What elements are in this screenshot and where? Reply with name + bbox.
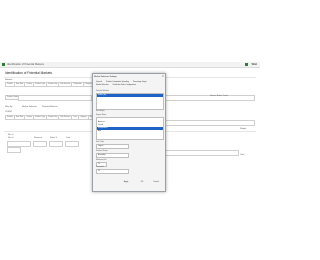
dialog-tab[interactable]: Market Selection [96,84,109,86]
grid-cell[interactable]: Date Sale [15,116,26,119]
header-cell[interactable]: Product Grp [47,83,60,86]
grid-cell[interactable]: Product Grp [47,116,60,119]
dialog-tab[interactable]: General [96,81,102,83]
grid-cell[interactable]: Product Type [34,116,48,119]
bottom-label: No. of [8,134,14,136]
maximum-rel-label: Maximum Rel [96,159,107,161]
list-item[interactable] [97,136,163,139]
grid-cell[interactable]: Product [6,116,15,119]
region-list[interactable]: Americas Central Europe/Africa Asia [96,117,164,140]
grid-cell[interactable]: Country [25,116,35,119]
dialog-tab[interactable]: Production Sales Configuration [113,84,136,86]
bottom-label: Sales % [50,137,58,139]
threshold-label: Threshold [96,166,104,168]
dialog-tab[interactable]: Product Competitive Spending [106,81,129,83]
bottom-label: No. of [8,137,14,139]
grid-right-field[interactable] [165,120,255,126]
weight-label: Weight [240,128,247,130]
bottom-field[interactable] [49,141,63,147]
bottom-field[interactable] [65,141,79,147]
grid-strip: Product Date Sale Country Product Type P… [5,115,98,120]
header-cell[interactable]: Product [6,83,15,86]
number-shown-input[interactable]: Ascending [96,153,129,158]
potential-markets-list[interactable]: Market (All) [96,93,164,110]
ok-button[interactable]: OK [137,180,147,184]
grid-cell[interactable]: Category [79,116,89,119]
bottom-field[interactable] [7,147,21,153]
grid-cell[interactable]: Sale Sources [59,116,73,119]
total-label: Total [240,154,245,156]
filter-field[interactable] [18,95,92,101]
header-cell[interactable]: Sale Sources [59,83,73,86]
header-cell[interactable]: Country [25,83,35,86]
sort-order-input[interactable]: Largest [96,144,129,149]
list1-label: Potential Markets [96,90,110,92]
recent-sales-trend-label: Recent Sales Trend [210,95,228,97]
brand-name: Wmt [251,63,257,66]
tab-market-selection[interactable]: Market Selection [22,106,37,108]
list-item[interactable] [97,106,163,109]
dialog-title: Market Selection Settings [94,76,117,78]
brand-logo-icon [245,63,248,66]
header-cell[interactable]: Date Sale [15,83,26,86]
tab-potential-markets[interactable]: Potential Markets [42,106,57,108]
number-shown-label: Number Shown [96,150,108,152]
dialog-tab[interactable]: Percentage Target [133,81,147,83]
bottom-label: Revenue [34,137,43,139]
region-name-label: Region Name [96,114,107,116]
threshold-input[interactable]: 50 [96,169,129,174]
section-label: Network [5,79,13,81]
app-logo-icon [2,63,5,66]
close-icon[interactable]: ✕ [162,74,164,79]
grid-label: CLIENT [5,111,13,113]
dialog-tabs-row2: Market Selection Production Sales Config… [96,84,136,86]
header-cell[interactable]: Product Type [34,83,48,86]
filter-label: Filter By [5,106,13,108]
dialog-tabs-row1: General Product Competitive Spending Per… [96,81,147,83]
sort-order-label: Sort Order [96,141,104,143]
page-title: Identification of Potential Markets [5,71,52,75]
header-cell[interactable]: Proposition [72,83,84,86]
bottom-label: Cost [66,137,71,139]
settings-dialog: Market Selection Settings ✕ General Prod… [92,73,166,192]
window-title: Identification of Potential Markets [7,63,44,66]
cancel-button[interactable]: Cancel [151,180,161,184]
apply-button[interactable]: Apply [121,180,131,184]
bottom-field[interactable] [33,141,47,147]
min-weight-label: Min Weight [96,110,105,112]
total-field[interactable] [165,150,239,156]
